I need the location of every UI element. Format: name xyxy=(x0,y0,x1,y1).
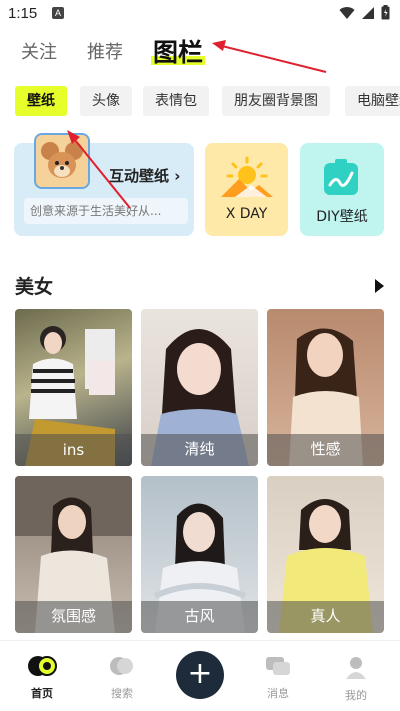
photo-card-xinggan[interactable]: 性感 xyxy=(267,309,384,466)
photo-card-zhenren[interactable]: 真人 xyxy=(267,476,384,633)
category-chips: 壁纸 头像 表情包 朋友圈背景图 电脑壁纸 xyxy=(0,86,400,116)
photo-caption: 清纯 xyxy=(184,440,215,458)
section-more-arrow-icon[interactable] xyxy=(375,279,384,293)
bottom-nav: 首页 搜索 + 消息 我的 xyxy=(0,640,400,711)
interactive-wallpaper-card[interactable]: 互动壁纸 › 创意来源于生活美好从... xyxy=(14,133,194,236)
interactive-wallpaper-title: 互动壁纸 › xyxy=(109,167,181,185)
search-icon xyxy=(110,657,133,675)
create-post-button[interactable]: + xyxy=(176,651,224,699)
photo-card-qingchun[interactable]: 清纯 xyxy=(141,309,258,466)
nav-messages-label: 消息 xyxy=(267,687,289,700)
tab-tulan[interactable]: 图栏 xyxy=(151,33,206,69)
xday-card[interactable]: X DAY xyxy=(205,143,288,236)
chip-wallpaper[interactable]: 壁纸 xyxy=(15,86,67,116)
nav-search-label: 搜索 xyxy=(111,687,133,700)
diy-label: DIY壁纸 xyxy=(316,209,368,225)
tab-tulan-label: 图栏 xyxy=(153,38,204,67)
photo-caption: 古风 xyxy=(184,607,215,625)
tab-follow[interactable]: 关注 xyxy=(21,38,57,64)
photo-card-fenweigan[interactable]: 氛围感 xyxy=(15,476,132,633)
photo-card-gufeng[interactable]: 古风 xyxy=(141,476,258,633)
photo-card-ins[interactable]: ins xyxy=(15,309,132,466)
chip-stickers[interactable]: 表情包 xyxy=(143,86,209,116)
section-title: 美女 xyxy=(15,276,54,298)
profile-icon xyxy=(346,657,366,679)
notification-icon: A xyxy=(52,7,64,19)
status-time: 1:15 xyxy=(8,5,38,22)
diy-wallpaper-card[interactable]: DIY壁纸 xyxy=(300,143,384,236)
nav-home-label: 首页 xyxy=(31,687,53,700)
jerry-thumbnail xyxy=(34,133,90,189)
diy-edit-icon xyxy=(324,159,358,195)
top-nav: 关注 推荐 图栏 xyxy=(0,30,400,70)
home-icon xyxy=(28,656,57,676)
sun-mountain-icon xyxy=(221,156,273,197)
photo-grid: ins 清纯 性感 氛围感 古风 真人 xyxy=(15,309,385,633)
nav-mine-label: 我的 xyxy=(345,689,367,702)
battery-icon xyxy=(381,5,390,20)
photo-caption: ins xyxy=(62,441,85,459)
status-bar: 1:15 A xyxy=(0,0,400,28)
signal-icon xyxy=(362,6,374,19)
message-icon xyxy=(266,657,290,675)
photo-caption: 性感 xyxy=(310,440,341,458)
chip-moments-bg[interactable]: 朋友圈背景图 xyxy=(222,86,330,116)
photo-caption: 真人 xyxy=(310,607,341,625)
nav-messages[interactable]: 消息 xyxy=(248,655,308,701)
nav-search[interactable]: 搜索 xyxy=(92,655,152,701)
nav-home[interactable]: 首页 xyxy=(12,655,72,701)
chip-avatar[interactable]: 头像 xyxy=(80,86,132,116)
wifi-icon xyxy=(339,6,355,19)
status-icons xyxy=(339,5,390,20)
tab-recommend[interactable]: 推荐 xyxy=(87,38,123,64)
xday-label: X DAY xyxy=(225,206,268,222)
interactive-wallpaper-desc: 创意来源于生活美好从... xyxy=(24,198,188,224)
plus-icon: + xyxy=(187,656,213,691)
nav-mine[interactable]: 我的 xyxy=(326,655,386,703)
photo-caption: 氛围感 xyxy=(50,607,96,625)
chip-pc-wallpaper[interactable]: 电脑壁纸 xyxy=(345,86,400,116)
